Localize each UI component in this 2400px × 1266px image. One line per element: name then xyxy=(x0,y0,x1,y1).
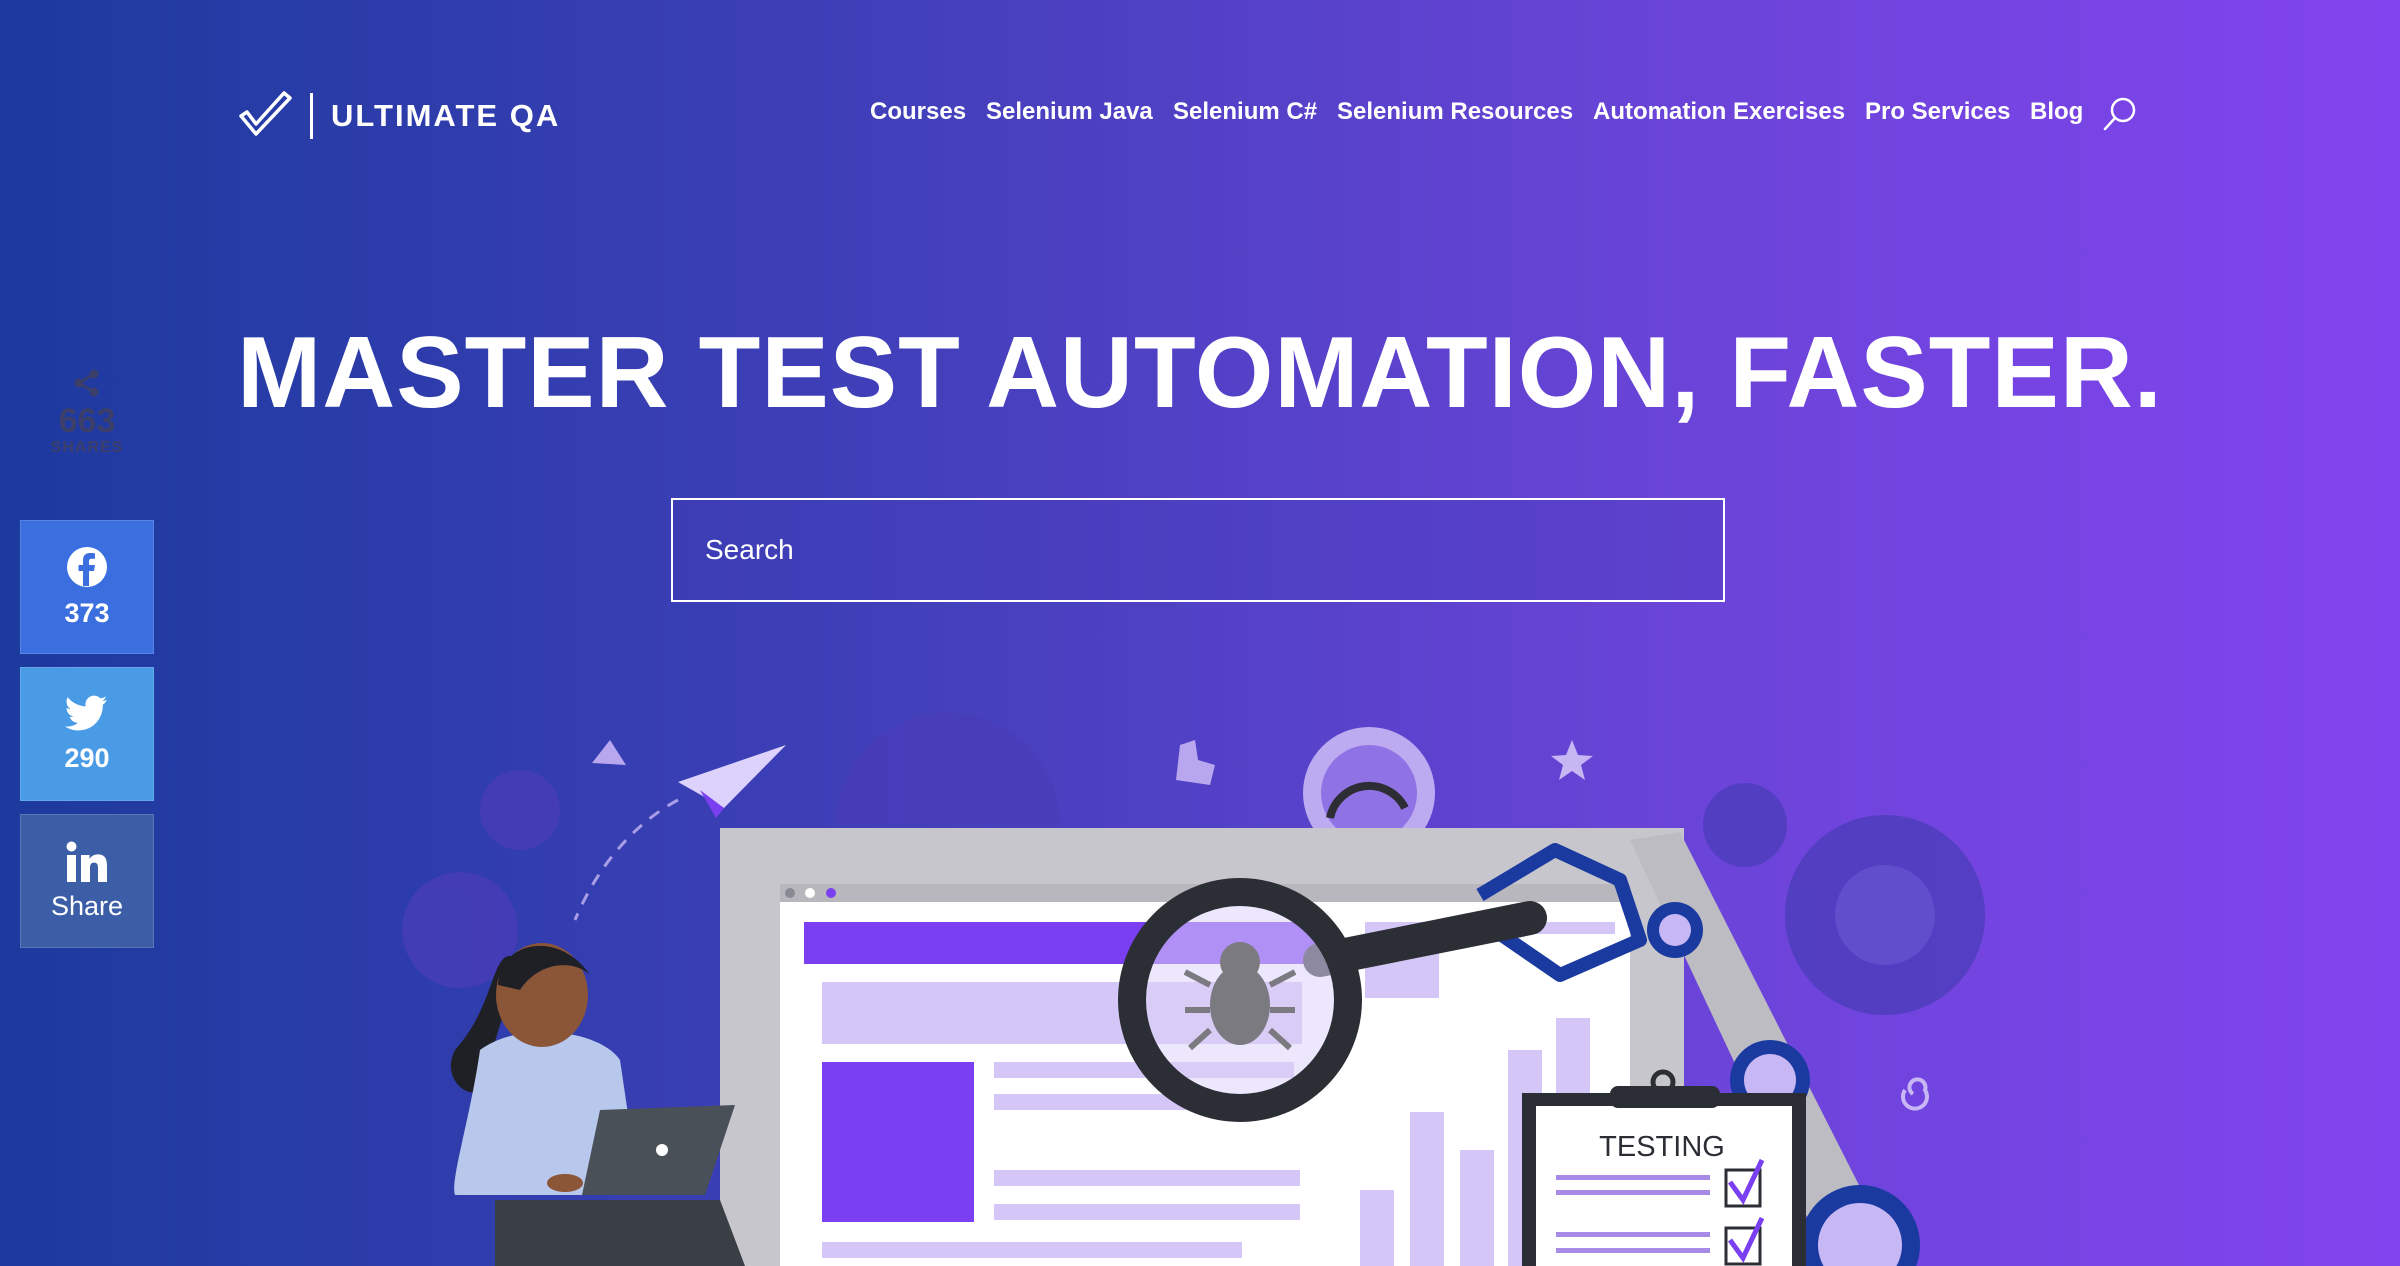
nav-selenium-java[interactable]: Selenium Java xyxy=(986,98,1153,126)
magnifier-icon xyxy=(1118,878,1362,1122)
search-icon[interactable] xyxy=(2100,94,2140,134)
facebook-share-button[interactable]: 373 xyxy=(20,520,154,654)
nav-selenium-resources[interactable]: Selenium Resources xyxy=(1337,98,1573,126)
twitter-share-button[interactable]: 290 xyxy=(20,667,154,801)
bar xyxy=(1556,1018,1590,1266)
bar xyxy=(1460,1150,1494,1266)
site-header: ULTIMATE QA Courses Selenium Java Seleni… xyxy=(0,0,2400,230)
twitter-share-count: 290 xyxy=(64,742,110,773)
bug-icon xyxy=(1183,942,1297,1051)
main-nav: Courses Selenium Java Selenium C# Seleni… xyxy=(0,98,2400,134)
hero-search xyxy=(671,498,1725,602)
facebook-share-count: 373 xyxy=(64,597,110,628)
nav-selenium-csharp[interactable]: Selenium C# xyxy=(1173,98,1317,126)
clipboard-label: TESTING xyxy=(1599,1131,1725,1163)
background-shapes xyxy=(402,713,1985,1015)
share-counter: 663 SHARES xyxy=(38,368,136,457)
clipboard xyxy=(1522,1093,1806,1266)
gear-icon xyxy=(402,872,518,988)
facebook-icon xyxy=(67,546,107,587)
thumbs-up-icon xyxy=(1176,740,1215,785)
person-with-laptop xyxy=(450,943,745,1266)
share-total: 663 xyxy=(58,402,116,440)
gear-icon xyxy=(1785,815,1985,1015)
paper-plane-icon xyxy=(678,745,786,808)
twitter-icon xyxy=(65,695,107,730)
bar xyxy=(1360,1190,1394,1266)
monitor xyxy=(720,828,1684,1266)
gear-icon xyxy=(1703,783,1787,867)
search-input[interactable] xyxy=(673,500,1723,600)
linkedin-share-button[interactable]: Share xyxy=(20,814,154,948)
star-icon xyxy=(1551,740,1593,780)
bar xyxy=(1508,1050,1542,1266)
swirl-icon xyxy=(1901,1077,1929,1111)
laptop-icon xyxy=(582,1105,735,1195)
share-total-label: SHARES xyxy=(50,439,124,456)
bar xyxy=(1410,1112,1444,1266)
nav-courses[interactable]: Courses xyxy=(870,98,966,126)
nav-pro-services[interactable]: Pro Services xyxy=(1865,98,2010,126)
nav-automation-exercises[interactable]: Automation Exercises xyxy=(1593,98,1845,126)
triangle-icon xyxy=(592,740,626,765)
gear-icon xyxy=(480,770,560,850)
share-icon xyxy=(74,369,99,397)
nav-blog[interactable]: Blog xyxy=(2030,98,2083,126)
linkedin-icon xyxy=(66,841,107,882)
robot-arm xyxy=(1630,832,1900,1266)
linkedin-share-label: Share xyxy=(50,890,124,921)
hero-title: MASTER TEST AUTOMATION, FASTER. xyxy=(237,317,2163,429)
globe-icon xyxy=(836,713,1060,825)
